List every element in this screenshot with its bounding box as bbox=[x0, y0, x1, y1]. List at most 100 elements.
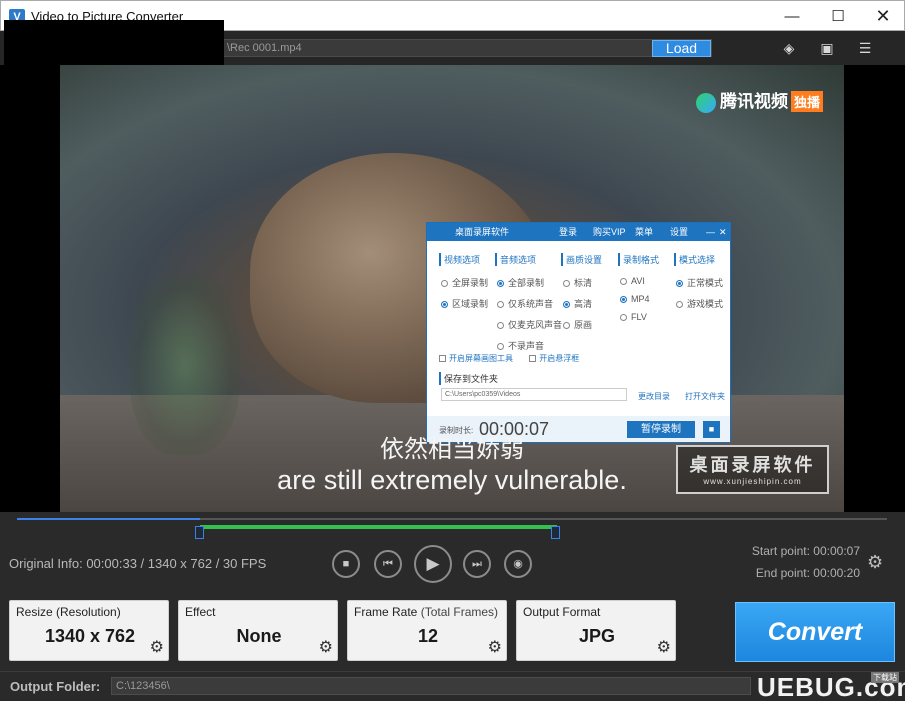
recorder-column: 音频选项 全部录制 仅系统声音 仅麦克风声音 不录声音 bbox=[495, 253, 562, 360]
effect-title: Effect bbox=[185, 605, 215, 619]
radio-icon bbox=[497, 301, 504, 308]
load-button[interactable]: Load bbox=[652, 40, 711, 57]
recorder-column-header: 音频选项 bbox=[495, 253, 562, 266]
resize-value: 1340 x 762 bbox=[44, 626, 136, 646]
tag-icon[interactable]: ◈ bbox=[780, 39, 798, 57]
redacted-area bbox=[4, 20, 224, 71]
radio-icon bbox=[563, 322, 570, 329]
effect-gear-icon[interactable]: ⚙ bbox=[319, 637, 333, 657]
output-format-title: Output Format bbox=[523, 605, 600, 619]
watermark-url: www.xunjieshipin.com bbox=[703, 477, 802, 486]
recorder-title: 桌面录屏软件 bbox=[455, 227, 510, 237]
site-watermark-tag: 下载站 bbox=[871, 672, 899, 683]
end-point: End point: 00:00:20 bbox=[755, 566, 860, 580]
recorder-column: 视频选项 全屏录制 区域录制 bbox=[439, 253, 488, 318]
radio-icon bbox=[497, 280, 504, 287]
recorder-save-label: 保存到文件夹 bbox=[439, 372, 498, 385]
recorder-dialog: 桌面录屏软件 登录 购买VIP 菜单 设置 — ✕ 视频选项 全屏录制 区域录制 音频… bbox=[426, 222, 731, 443]
frame-rate-title: Frame Rate (Total Frames) bbox=[354, 605, 498, 619]
recorder-option: 全部录制 bbox=[495, 276, 562, 289]
recorder-option: 游戏模式 bbox=[674, 297, 723, 310]
recorder-option: MP4 bbox=[618, 294, 659, 304]
next-button[interactable]: ⏭ bbox=[463, 550, 491, 578]
radio-icon bbox=[676, 280, 683, 287]
output-folder-label: Output Folder: bbox=[10, 679, 101, 694]
frame-rate-title-text: Frame Rate bbox=[354, 605, 418, 619]
recorder-option: 不录声音 bbox=[495, 339, 562, 352]
end-handle[interactable] bbox=[551, 526, 560, 539]
radio-icon bbox=[441, 301, 448, 308]
recorder-column-header: 视频选项 bbox=[439, 253, 488, 266]
progress-played bbox=[17, 518, 200, 520]
frame-rate-subtitle: (Total Frames) bbox=[417, 605, 499, 619]
check-draw-tool: 开启屏幕画图工具 bbox=[449, 354, 513, 363]
recorder-option-label: 仅系统声音 bbox=[508, 299, 554, 309]
play-button[interactable]: ▶ bbox=[414, 545, 452, 583]
recorder-option-label: FLV bbox=[631, 312, 647, 322]
recorder-vip: 购买VIP bbox=[593, 227, 626, 237]
recorder-option: 高清 bbox=[561, 297, 602, 310]
radio-icon bbox=[620, 314, 627, 321]
frame-rate-gear-icon[interactable]: ⚙ bbox=[488, 637, 502, 657]
recorder-option-label: 不录声音 bbox=[508, 341, 545, 351]
radio-icon bbox=[676, 301, 683, 308]
list-icon[interactable]: ☰ bbox=[856, 39, 874, 57]
prev-button[interactable]: ⏮ bbox=[374, 550, 402, 578]
frame-rate-card[interactable]: Frame Rate (Total Frames) 12 ⚙ bbox=[347, 600, 507, 661]
stop-button[interactable]: ■ bbox=[332, 550, 360, 578]
video-path-field[interactable]: \Rec 0001.mp4 bbox=[222, 39, 712, 57]
video-frame: 腾讯视频 独播 桌面录屏软件 登录 购买VIP 菜单 设置 — ✕ 视频选项 全屏录… bbox=[60, 65, 844, 512]
resize-gear-icon[interactable]: ⚙ bbox=[150, 637, 164, 657]
timeline-panel: Original Info: 00:00:33 / 1340 x 762 / 3… bbox=[0, 512, 905, 590]
convert-button[interactable]: Convert bbox=[735, 602, 895, 662]
radio-icon bbox=[497, 322, 504, 329]
plant-shape bbox=[130, 275, 240, 455]
output-format-card[interactable]: Output Format JPG ⚙ bbox=[516, 600, 676, 661]
recorder-option-label: 原画 bbox=[574, 320, 593, 330]
recorder-option-label: MP4 bbox=[631, 294, 650, 304]
checkbox-icon bbox=[439, 355, 446, 362]
recorder-save-path: C:\Users\pc0359\Videos bbox=[441, 388, 627, 401]
output-format-gear-icon[interactable]: ⚙ bbox=[657, 637, 671, 657]
radio-icon bbox=[497, 343, 504, 350]
recorder-option: AVI bbox=[618, 276, 659, 286]
recorder-option-label: 游戏模式 bbox=[687, 299, 724, 309]
radio-icon bbox=[563, 301, 570, 308]
frame-rate-value: 12 bbox=[417, 626, 439, 646]
recorder-column-header: 模式选择 bbox=[674, 253, 723, 266]
recorder-login: 登录 bbox=[559, 227, 578, 237]
chat-icon[interactable]: ▣ bbox=[818, 39, 836, 57]
output-folder-field[interactable]: C:\123456\ bbox=[111, 677, 751, 695]
recorder-settings: 设置 bbox=[670, 227, 689, 237]
maximize-button[interactable]: ☐ bbox=[815, 1, 861, 32]
recorder-option-label: 全屏录制 bbox=[452, 278, 489, 288]
resize-card[interactable]: Resize (Resolution) 1340 x 762 ⚙ bbox=[9, 600, 169, 661]
video-panel: 腾讯视频 独播 桌面录屏软件 登录 购买VIP 菜单 设置 — ✕ 视频选项 全屏录… bbox=[0, 65, 905, 512]
recorder-close-icon: ✕ bbox=[719, 227, 727, 237]
recorder-option: 全屏录制 bbox=[439, 276, 488, 289]
watermark: 桌面录屏软件 www.xunjieshipin.com bbox=[676, 445, 829, 494]
logo-text: 腾讯视频 bbox=[720, 92, 788, 111]
effect-value: None bbox=[236, 626, 282, 646]
minimize-button[interactable]: — bbox=[769, 1, 815, 32]
watermark-title: 桌面录屏软件 bbox=[689, 455, 816, 475]
settings-cards: Resize (Resolution) 1340 x 762 ⚙ Effect … bbox=[0, 590, 905, 671]
recorder-option-label: AVI bbox=[631, 276, 645, 286]
recorder-menu: 菜单 bbox=[635, 227, 654, 237]
checkbox-icon bbox=[529, 355, 537, 362]
snapshot-button[interactable]: ◉ bbox=[504, 550, 532, 578]
start-handle[interactable] bbox=[195, 526, 204, 539]
start-point: Start point: 00:00:07 bbox=[751, 544, 860, 558]
recorder-column-header: 画质设置 bbox=[561, 253, 602, 266]
resize-title: Resize (Resolution) bbox=[16, 605, 121, 619]
recorder-option-label: 正常模式 bbox=[687, 278, 724, 288]
recorder-option-label: 高清 bbox=[574, 299, 593, 309]
point-settings-gear-icon[interactable]: ⚙ bbox=[867, 552, 883, 573]
close-button[interactable]: ✕ bbox=[860, 1, 905, 32]
recorder-checks: 开启屏幕画图工具 开启悬浮框 bbox=[439, 353, 579, 364]
recorder-option: 标清 bbox=[561, 276, 602, 289]
recorder-minimize-icon: — bbox=[706, 227, 715, 237]
recorder-column: 录制格式 AVI MP4 FLV bbox=[618, 253, 659, 330]
check-float: 开启悬浮框 bbox=[539, 354, 580, 363]
effect-card[interactable]: Effect None ⚙ bbox=[178, 600, 338, 661]
